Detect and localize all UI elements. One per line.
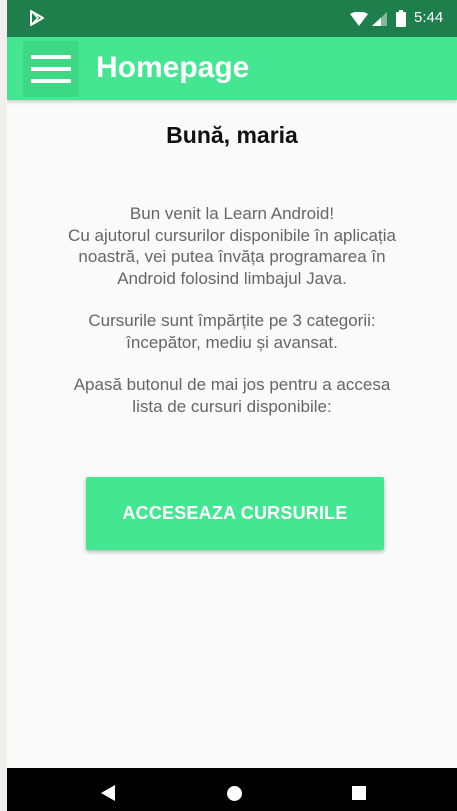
hamburger-menu-icon-bar <box>31 79 71 83</box>
battery-icon <box>396 10 406 27</box>
instruction-line: Apasă butonul de mai jos pentru a accesa <box>73 375 391 394</box>
categories-line: Cursurile sunt împărțite pe 3 categorii: <box>88 311 376 330</box>
home-icon[interactable] <box>227 786 242 801</box>
status-bar: 5:44 <box>7 0 457 37</box>
play-store-icon <box>30 10 44 26</box>
hamburger-menu-icon-bar <box>31 67 71 71</box>
intro-line: Bun venit la Learn Android! <box>129 204 335 223</box>
back-icon[interactable] <box>101 785 115 801</box>
navigation-bar <box>7 768 457 811</box>
intro-line: Android folosind limbajul Java. <box>117 268 347 288</box>
intro-text: Bun venit la Learn Android! Cu ajutorul … <box>37 203 427 417</box>
app-title: Homepage <box>96 51 250 84</box>
recents-icon[interactable] <box>352 786 366 800</box>
access-courses-button[interactable]: ACCESEAZA CURSURILE <box>86 477 384 550</box>
intro-line: noastră, vei putea învăța programarea în <box>78 247 386 266</box>
instruction-line: lista de cursuri disponibile: <box>132 396 332 416</box>
signal-icon <box>372 12 387 26</box>
status-time: 5:44 <box>414 9 444 26</box>
wifi-icon <box>350 12 368 26</box>
greeting-heading: Bună, maria <box>166 122 298 148</box>
hamburger-menu-button[interactable] <box>23 41 79 97</box>
phone-screen: 5:44 Homepage Bună, maria Bun venit la L… <box>7 0 457 811</box>
categories-line: începător, mediu și avansat. <box>126 332 338 352</box>
hamburger-menu-icon <box>31 55 71 59</box>
app-bar: Homepage <box>7 37 457 100</box>
intro-line: Cu ajutorul cursurilor disponibile în ap… <box>68 225 396 245</box>
